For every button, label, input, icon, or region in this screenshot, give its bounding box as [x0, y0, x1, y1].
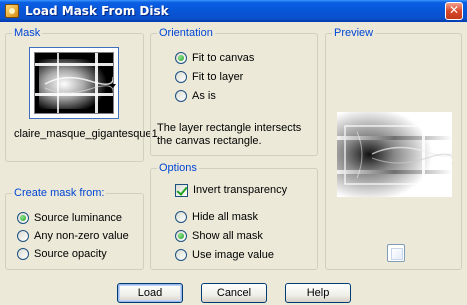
radio-button[interactable] — [175, 211, 187, 223]
chevron-down-icon[interactable] — [110, 84, 116, 88]
close-button[interactable]: ✕ — [445, 2, 463, 20]
radio-label: Fit to layer — [192, 71, 244, 83]
radio-button-checked[interactable] — [17, 212, 29, 224]
radio-label: Hide all mask — [192, 211, 259, 223]
checkbox-checked[interactable] — [175, 184, 188, 197]
radio-label: As is — [192, 90, 216, 102]
radio-label: Fit to canvas — [192, 52, 255, 64]
radio-button[interactable] — [17, 248, 29, 260]
radio-button[interactable] — [17, 230, 29, 242]
mask-thumbnail — [34, 52, 114, 114]
radio-label: Show all mask — [192, 230, 263, 242]
help-button[interactable]: Help — [285, 283, 351, 303]
radio-button[interactable] — [175, 90, 187, 102]
orientation-info-text: The layer rectangle intersects the canva… — [157, 122, 302, 147]
radio-label: Any non-zero value — [34, 230, 129, 242]
mask-thumbnail-selector[interactable] — [29, 47, 119, 119]
mask-file-name: claire_masque_gigantesque1 — [14, 128, 158, 140]
mask-thumbnail-image — [35, 53, 113, 113]
title-bar[interactable]: Load Mask From Disk ✕ — [0, 0, 467, 22]
checkbox-label: Invert transparency — [193, 184, 288, 196]
radio-label: Source opacity — [34, 248, 107, 260]
cancel-button[interactable]: Cancel — [201, 283, 267, 303]
create-mask-from-title: Create mask from: — [12, 187, 107, 200]
radio-label: Use image value — [192, 249, 274, 261]
radio-button-checked[interactable] — [175, 230, 187, 242]
preview-image — [337, 112, 452, 197]
window-title: Load Mask From Disk — [25, 4, 169, 18]
mask-app-icon — [5, 4, 19, 18]
radio-button[interactable] — [175, 71, 187, 83]
radio-button-checked[interactable] — [175, 52, 187, 64]
preview-toggle-icon[interactable] — [387, 244, 405, 262]
options-group-title: Options — [157, 162, 199, 175]
preview-image-graphic — [337, 112, 452, 197]
radio-label: Source luminance — [34, 212, 123, 224]
mask-group-title: Mask — [12, 27, 43, 40]
preview-group-title: Preview — [332, 27, 376, 40]
load-button[interactable]: Load — [117, 283, 183, 303]
orientation-group-title: Orientation — [157, 27, 215, 40]
radio-button[interactable] — [175, 249, 187, 261]
